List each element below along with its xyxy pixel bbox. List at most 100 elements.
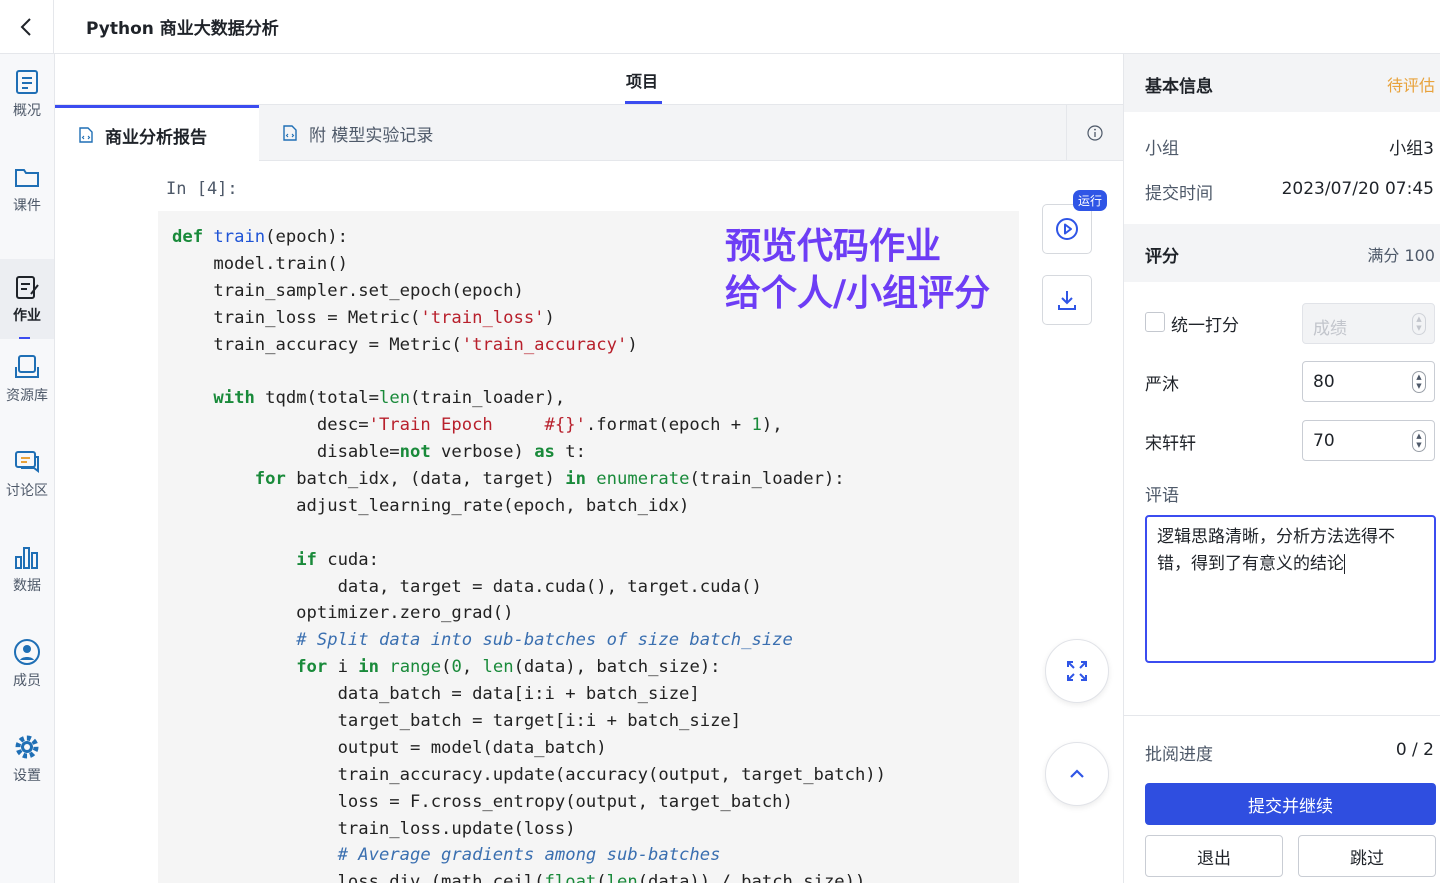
skip-button[interactable]: 跳过 (1298, 835, 1436, 877)
unified-score-input[interactable]: 成绩 ▲ ▼ (1302, 303, 1435, 344)
group-value: 小组3 (1389, 139, 1434, 159)
code-line: loss_div_(math.ceil(float(len(data)) / b… (172, 872, 866, 883)
input-value: 70 (1313, 431, 1335, 451)
exit-button[interactable]: 退出 (1145, 835, 1283, 877)
code-line: output = model(data_batch) (172, 737, 607, 758)
app-title: Python 商业大数据分析 (86, 19, 279, 39)
code-line: optimizer.zero_grad() (172, 603, 514, 624)
sidebar-item-label: 概况 (13, 103, 41, 119)
sidebar-item-label: 作业 (13, 308, 41, 324)
sidebar-item-label: 设置 (13, 768, 41, 784)
file-tab-business-report[interactable]: 商业分析报告 (55, 105, 259, 162)
code-line: for batch_idx, (data, target) in enumera… (254, 469, 845, 490)
sidebar-item-resources[interactable]: 资源库 (0, 339, 54, 419)
annotation-line: 预览代码作业 (725, 226, 942, 267)
sidebar-item-label: 数据 (13, 578, 41, 594)
code-line: for i in range(0, len(data), batch_size)… (296, 657, 721, 678)
file-icon (79, 127, 93, 143)
code-line: target_batch = target[i:i + batch_size] (172, 711, 742, 732)
fullscreen-button[interactable] (1045, 639, 1109, 703)
code-line: # Average gradients among sub-batches (337, 845, 721, 866)
member-name: 宋轩轩 (1145, 434, 1196, 454)
file-tab-model-log[interactable]: 附 模型实验记录 (283, 105, 433, 161)
submit-time-label: 提交时间 (1145, 184, 1213, 204)
member-score-input[interactable]: 80 ▲ ▼ (1302, 361, 1435, 402)
settings-icon (15, 735, 39, 759)
input-placeholder: 成绩 (1313, 319, 1347, 339)
code-line: train_accuracy = Metric('train_accuracy'… (172, 334, 638, 355)
basic-info-header: 基本信息 待评估 (1124, 54, 1440, 112)
chevron-up-icon (1070, 769, 1084, 778)
submit-time-value: 2023/07/20 07:45 (1281, 179, 1434, 199)
file-tab-label: 附 模型实验记录 (309, 125, 434, 146)
file-tab-label: 商业分析报告 (105, 127, 207, 148)
run-button[interactable] (1042, 204, 1092, 254)
annotation-note: 预览代码作业 给个人/小组评分 (725, 223, 990, 317)
code-line: train_loss.update(loss) (172, 818, 576, 839)
sidebar-item-courseware[interactable]: 课件 (0, 149, 54, 229)
scroll-top-button[interactable] (1045, 742, 1109, 806)
courseware-icon (15, 169, 39, 187)
sidebar-item-discussion[interactable]: 讨论区 (0, 434, 54, 514)
progress-label: 批阅进度 (1145, 745, 1213, 765)
annotation-line: 给个人/小组评分 (725, 273, 991, 314)
sidebar-item-settings[interactable]: 设置 (0, 719, 54, 799)
sidebar-item-data[interactable]: 数据 (0, 529, 54, 609)
stepper[interactable]: ▲ ▼ (1412, 313, 1426, 335)
comment-label: 评语 (1145, 486, 1179, 506)
sidebar-item-label: 资源库 (6, 388, 48, 404)
section-title: 评分 (1145, 247, 1179, 267)
submit-continue-button[interactable]: 提交并继续 (1145, 783, 1436, 825)
grading-panel: 基本信息 待评估 小组 小组3 提交时间 2023/07/20 07:45 评分… (1123, 54, 1440, 883)
info-button[interactable] (1066, 105, 1123, 161)
code-line: disable=not verbose) as t: (172, 442, 586, 463)
tab-project[interactable]: 项目 (626, 68, 658, 92)
comment-textarea[interactable]: 逻辑思路清晰，分析方法选得不错，得到了有意义的结论 (1145, 515, 1436, 663)
file-tabs: 商业分析报告 附 模型实验记录 (55, 105, 1123, 162)
status-badge: 待评估 (1386, 76, 1435, 95)
top-bar: Python 商业大数据分析 (0, 0, 1440, 54)
discussion-icon (15, 451, 39, 473)
expand-icon (1067, 661, 1087, 681)
download-button[interactable] (1042, 275, 1092, 325)
progress-value: 0 / 2 (1395, 740, 1434, 760)
stepper[interactable]: ▲ ▼ (1412, 371, 1426, 393)
code-line: loss = F.cross_entropy(output, target_ba… (172, 791, 793, 812)
member-score-input[interactable]: 70 ▲ ▼ (1302, 420, 1435, 461)
sidebar-item-overview[interactable]: 概况 (0, 54, 54, 134)
score-header: 评分 满分 100 (1124, 224, 1440, 282)
tab-indicator (625, 101, 662, 104)
sidebar-item-label: 成员 (13, 673, 41, 689)
data-icon (15, 547, 38, 569)
sidebar-item-assignment[interactable]: 作业 (0, 259, 54, 339)
code-line: desc='Train Epoch #{}'.format(epoch + 1)… (172, 415, 783, 436)
code-line: if cuda: (296, 549, 379, 570)
sidebar-item-label: 讨论区 (6, 483, 48, 499)
input-value: 80 (1313, 372, 1335, 392)
main-header: 项目 (55, 54, 1123, 105)
run-badge: 运行 (1073, 190, 1108, 211)
code-line: train_accuracy.update(accuracy(output, t… (172, 764, 886, 785)
code-line: # Split data into sub-batches of size ba… (296, 630, 793, 651)
code-block: def train(epoch): model.train() train_sa… (172, 224, 886, 883)
assignment-icon (16, 276, 39, 299)
comment-text: 逻辑思路清晰，分析方法选得不错，得到了有意义的结论 (1157, 527, 1395, 574)
file-icon (283, 125, 297, 141)
code-line: adjust_learning_rate(epoch, batch_idx) (172, 495, 690, 516)
full-score: 满分 100 (1367, 246, 1435, 265)
play-icon (1056, 218, 1078, 240)
notebook-content[interactable]: In [4]: def train(epoch): model.train() … (55, 161, 1123, 883)
sidebar-item-members[interactable]: 成员 (0, 624, 54, 704)
code-line: data_batch = data[i:i + batch_size] (172, 684, 700, 705)
code-line: with tqdm(total=len(train_loader), (213, 388, 566, 409)
download-icon (1058, 291, 1076, 310)
unified-score-checkbox[interactable] (1145, 312, 1165, 332)
info-icon (1087, 125, 1103, 141)
text-caret (1344, 554, 1345, 574)
stepper[interactable]: ▲ ▼ (1412, 430, 1426, 452)
resource-icon (15, 355, 39, 378)
code-line: data, target = data.cuda(), target.cuda(… (172, 576, 762, 597)
back-button[interactable] (0, 0, 54, 54)
